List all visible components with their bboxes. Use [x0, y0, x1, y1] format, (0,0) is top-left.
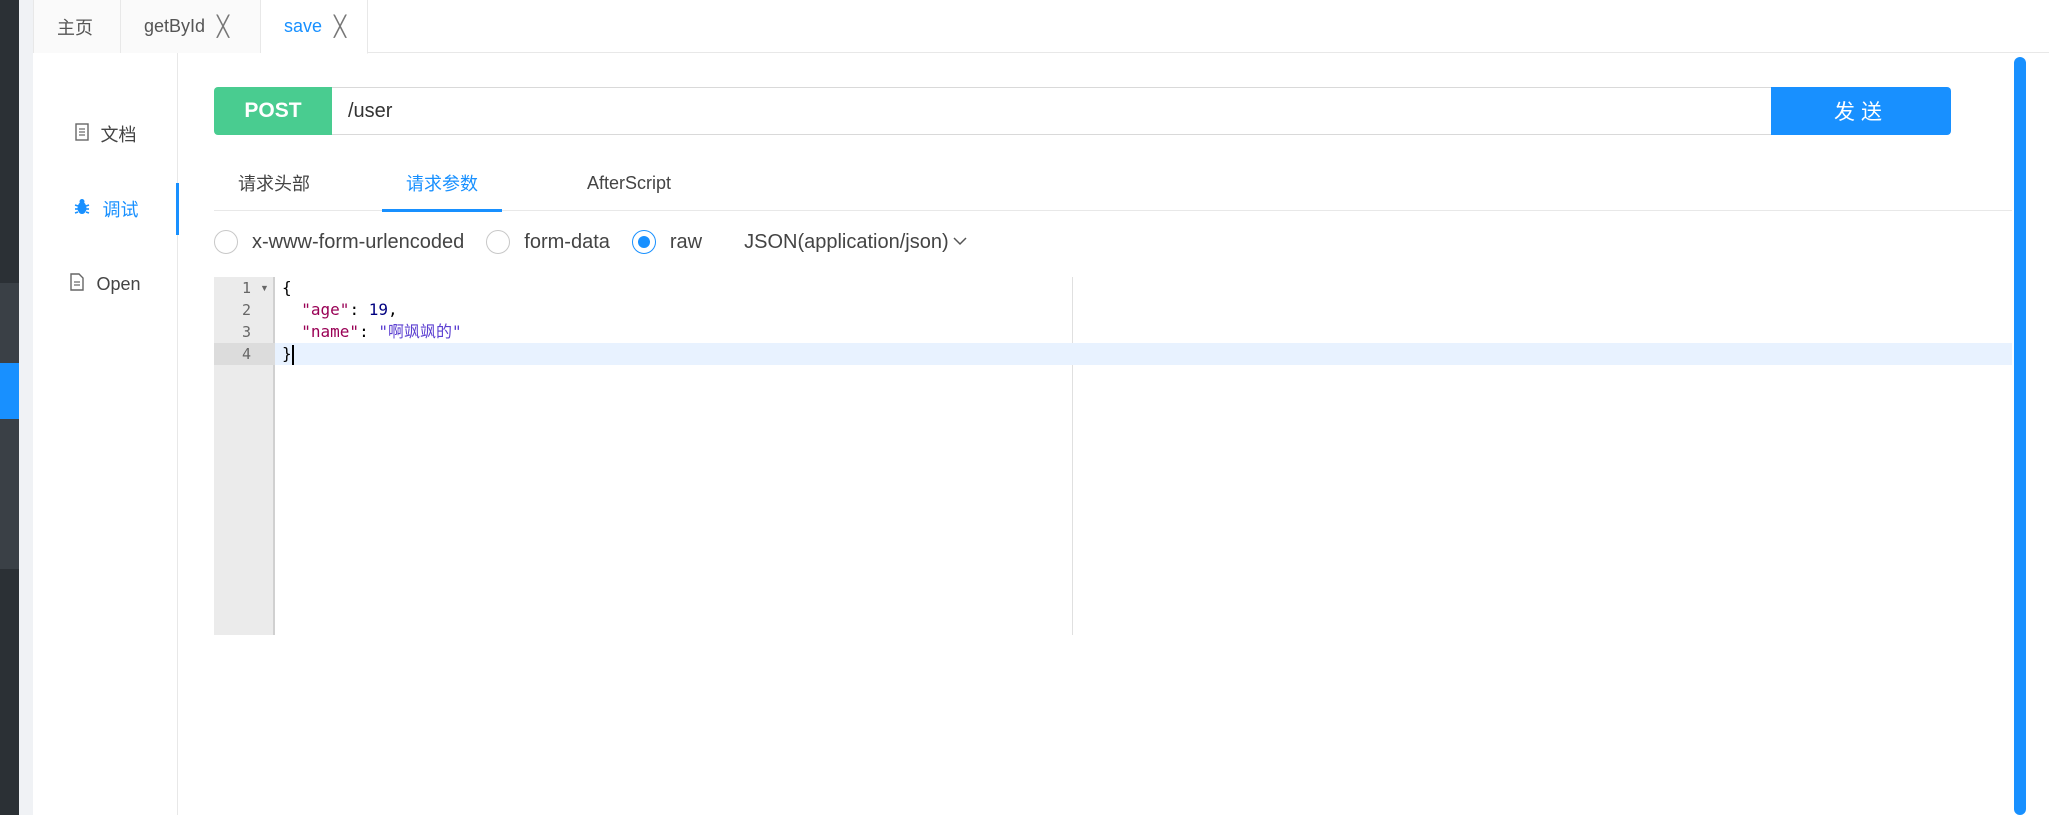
text-cursor — [291, 344, 294, 365]
nav-item-debug[interactable]: 调试 — [33, 183, 179, 235]
radio-raw[interactable]: raw — [631, 230, 703, 254]
body-type-group: x-www-form-urlencoded form-data raw JSON… — [214, 226, 967, 258]
chevron-down-icon — [953, 233, 967, 251]
code-token: "name" — [301, 322, 360, 341]
layout-gap — [19, 0, 33, 815]
code-line[interactable]: "age": 19, — [275, 299, 2014, 321]
file-icon — [70, 272, 85, 296]
tab-label: 主页 — [57, 17, 93, 38]
code-token: "啊飒飒的" — [378, 322, 462, 341]
fold-icon[interactable]: ▼ — [260, 283, 269, 293]
line-number: 4 — [214, 343, 275, 365]
line-number: 2 — [242, 301, 252, 319]
nav-item-label: Open — [96, 273, 141, 294]
code-line[interactable]: { — [275, 277, 2014, 299]
tab-home[interactable]: 主页 — [33, 0, 121, 53]
request-subtabs: 请求头部 请求参数 AfterScript — [214, 155, 2014, 212]
nav-item-open[interactable]: Open — [33, 258, 178, 310]
code-token: , — [387, 300, 398, 319]
app-strip-active-segment[interactable] — [0, 363, 19, 419]
tab-label: save — [284, 16, 323, 36]
app-strip-segment[interactable] — [0, 283, 19, 363]
tab-bar: 主页 getById ╳ save ╳ — [33, 0, 2049, 54]
doc-nav: 文档 调试 Open — [33, 53, 179, 815]
app-sidebar-strip — [0, 0, 19, 815]
tab-afterscript[interactable]: AfterScript — [554, 155, 704, 211]
radio-label: x-www-form-urlencoded — [252, 230, 465, 253]
content-type-value: JSON(application/json) — [744, 230, 949, 253]
radio-circle[interactable] — [214, 230, 238, 254]
radio-label: raw — [669, 230, 703, 253]
url-input[interactable] — [332, 87, 1772, 135]
code-line[interactable]: "name": "啊飒飒的" — [275, 321, 2014, 343]
tab-getbyid[interactable]: getById ╳ — [121, 0, 261, 53]
radio-urlencoded[interactable]: x-www-form-urlencoded — [214, 230, 464, 254]
code-token: { — [282, 278, 292, 297]
code-editor[interactable]: 1 ▼ 2 3 4 { "age": 19, "name": "啊飒飒的" } — [214, 277, 2014, 635]
code-token: "age" — [301, 300, 350, 319]
tab-label: getById — [144, 16, 206, 36]
tab-request-headers[interactable]: 请求头部 — [214, 155, 334, 211]
code-line[interactable]: } — [275, 343, 2014, 365]
code-token: 19 — [368, 300, 388, 319]
document-icon — [74, 122, 89, 146]
close-icon[interactable]: ╳ — [217, 17, 229, 37]
app-strip-segment[interactable] — [0, 419, 19, 569]
scrollbar-thumb[interactable] — [2014, 57, 2026, 815]
code-token: } — [282, 344, 292, 363]
radio-circle[interactable] — [486, 230, 511, 254]
nav-item-doc[interactable]: 文档 — [33, 108, 178, 160]
line-number: 3 — [242, 323, 252, 341]
nav-item-label: 调试 — [102, 200, 139, 220]
radio-circle[interactable] — [631, 230, 656, 254]
http-method-badge[interactable]: POST — [214, 87, 332, 135]
radio-form-data[interactable]: form-data — [486, 230, 610, 254]
tab-request-params[interactable]: 请求参数 — [382, 155, 502, 212]
send-button[interactable]: 发送 — [1771, 87, 1951, 135]
tab-save[interactable]: save ╳ — [261, 0, 368, 54]
editor-gutter: 1 ▼ 2 3 4 — [214, 277, 275, 635]
bug-icon — [73, 198, 91, 221]
content-type-select[interactable]: JSON(application/json) — [744, 231, 967, 254]
close-icon[interactable]: ╳ — [334, 17, 346, 37]
radio-label: form-data — [524, 230, 610, 253]
nav-item-label: 文档 — [100, 125, 137, 145]
code-token: : — [359, 322, 379, 341]
code-token: : — [349, 300, 369, 319]
